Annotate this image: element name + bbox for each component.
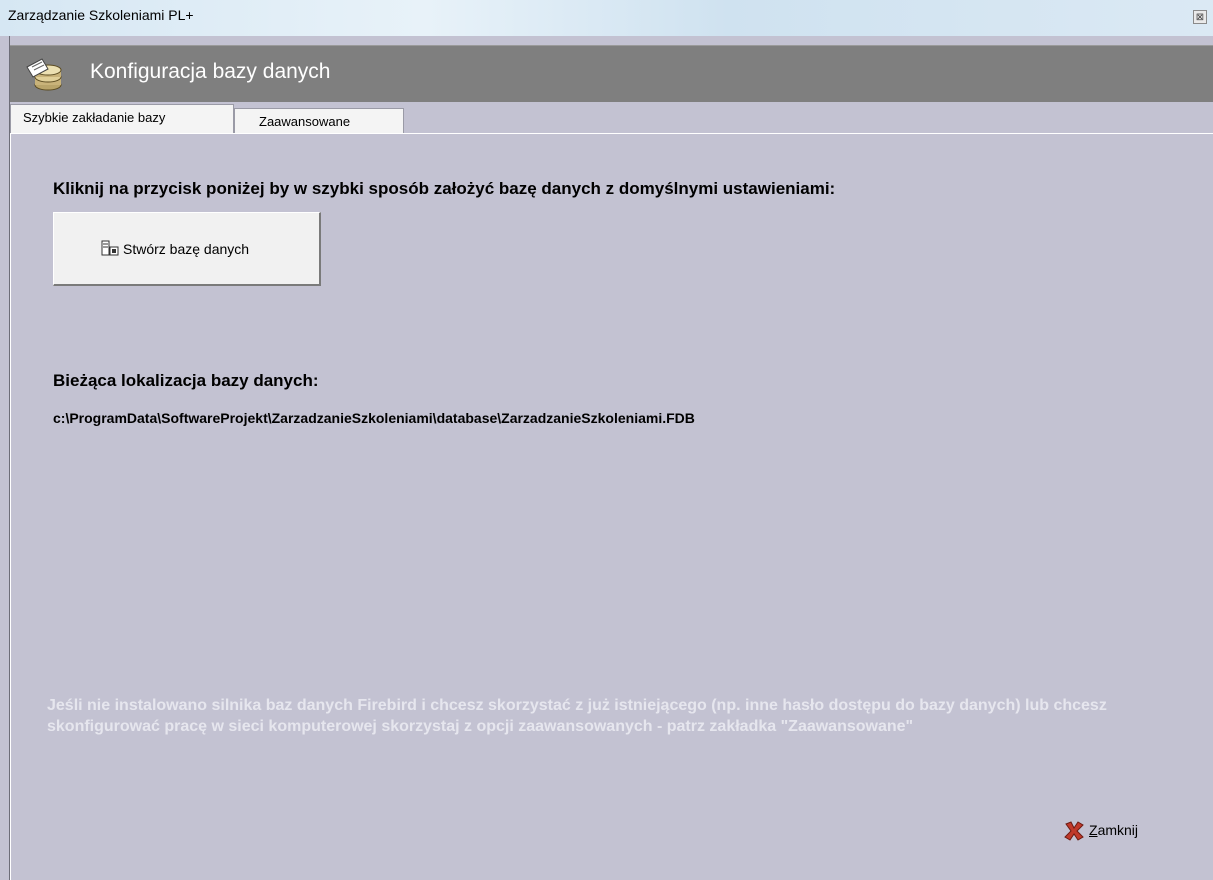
close-button-label-rest: amknij [1097, 822, 1139, 838]
section-header: Konfiguracja bazy danych [10, 45, 1213, 102]
database-stack-icon [26, 58, 62, 91]
window-close-button[interactable]: ⊠ [1193, 10, 1207, 24]
page-title: Konfiguracja bazy danych [90, 60, 331, 83]
window-left-edge [0, 36, 10, 880]
location-path: c:\ProgramData\SoftwareProjekt\Zarzadzan… [53, 410, 695, 426]
database-create-icon [101, 240, 119, 256]
close-button-label: Zamknij [1089, 822, 1138, 838]
create-database-label: Stwórz bazę danych [123, 241, 250, 257]
create-database-button[interactable]: Stwórz bazę danych [53, 212, 321, 286]
close-button-mnemonic: Z [1089, 822, 1098, 838]
window-titlebar: Zarządzanie Szkoleniami PL+ ⊠ [0, 0, 1213, 36]
tab-advanced[interactable]: Zaawansowane [234, 108, 404, 134]
advanced-hint-text: Jeśli nie instalowano silnika baz danych… [47, 697, 1107, 735]
location-label: Bieżąca lokalizacja bazy danych: [53, 371, 319, 390]
red-x-icon [1064, 821, 1084, 841]
window-title: Zarządzanie Szkoleniami PL+ [8, 7, 194, 23]
instruction-text: Kliknij na przycisk poniżej by w szybki … [53, 179, 836, 198]
tab-quick-setup[interactable]: Szybkie zakładanie bazy [10, 104, 234, 134]
